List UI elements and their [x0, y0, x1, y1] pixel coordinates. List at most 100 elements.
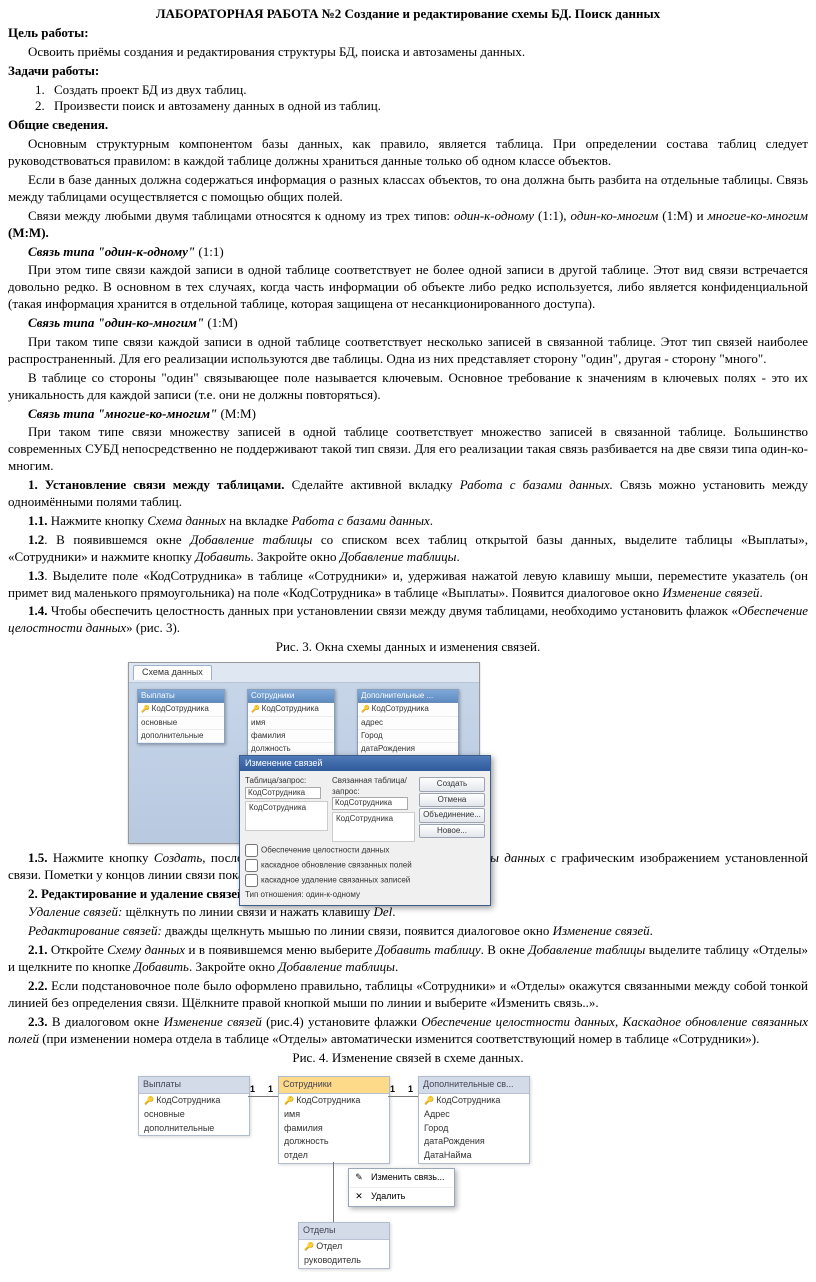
table-vyplaty[interactable]: Выплаты КодСотрудника основные дополните… — [138, 1076, 250, 1136]
goal-heading: Цель работы: — [8, 25, 89, 40]
field[interactable]: Адрес — [419, 1108, 529, 1122]
t: Добавить — [134, 959, 189, 974]
chk-cascade-update[interactable]: каскадное обновление связанных полей — [245, 859, 485, 872]
field[interactable]: КодСотрудника — [419, 1094, 529, 1108]
rel-11-p: При этом типе связи каждой записи в одно… — [8, 262, 808, 313]
label: каскадное обновление связанных полей — [261, 860, 412, 869]
field-cell[interactable]: КодСотрудника — [246, 802, 327, 814]
combo-left-table[interactable]: КодСотрудника — [245, 787, 321, 799]
relationship-line[interactable] — [333, 1162, 334, 1222]
step-1-1: 1.1. Нажмите кнопку Схема данных на вкла… — [8, 513, 808, 530]
multiplicity-one: 1 — [268, 1084, 273, 1096]
field[interactable]: дополнительные — [138, 730, 224, 743]
relationship-line[interactable] — [388, 1096, 418, 1097]
t: (при изменении номера отдела в таблице «… — [39, 1031, 759, 1046]
checkbox[interactable] — [245, 859, 258, 872]
t: Связи между любыми двумя таблицами относ… — [28, 208, 454, 223]
field[interactable]: руководитель — [299, 1254, 389, 1268]
multiplicity-one: 1 — [390, 1084, 395, 1096]
table-dopolnitelnye[interactable]: Дополнительные св... КодСотрудника Адрес… — [418, 1076, 530, 1163]
field[interactable]: КодСотрудника — [279, 1094, 389, 1108]
table-caption: Сотрудники — [279, 1077, 389, 1094]
t: Изменение связей — [662, 585, 759, 600]
t: 2. Редактирование и удаление связей. — [28, 886, 248, 901]
step-1-4: 1.4. Чтобы обеспечить целостность данных… — [8, 603, 808, 637]
field[interactable]: Город — [419, 1122, 529, 1136]
table-otdely[interactable]: Отделы Отдел руководитель — [298, 1222, 390, 1268]
t: (1:М) — [204, 315, 238, 330]
checkbox[interactable] — [245, 874, 258, 887]
rel-1m-p2: В таблице со стороны "один" связывающее … — [8, 370, 808, 404]
combo-right-table[interactable]: КодСотрудника — [332, 797, 408, 809]
t: Работа с базами данных. — [460, 477, 613, 492]
task-item: Произвести поиск и автозамену данных в о… — [48, 98, 808, 115]
general-p1: Основным структурным компонентом базы да… — [8, 136, 808, 170]
field[interactable]: Отдел — [299, 1240, 389, 1254]
table-sotrudniki[interactable]: Сотрудники КодСотрудника имя фамилия дол… — [247, 689, 335, 758]
t: . — [430, 513, 433, 528]
label: Тип отношения: — [245, 890, 304, 899]
t: . В окне — [481, 942, 529, 957]
t: Добавление таблицы — [278, 959, 395, 974]
field[interactable]: КодСотрудника — [358, 703, 458, 716]
step-2-2: 2.2. Если подстановочное поле было оформ… — [8, 978, 808, 1012]
relationship-line[interactable] — [248, 1096, 278, 1097]
t: 2.1. — [28, 942, 48, 957]
multiplicity-one: 1 — [408, 1084, 413, 1096]
field[interactable]: адрес — [358, 717, 458, 730]
chk-integrity[interactable]: Обеспечение целостности данных — [245, 844, 485, 857]
field[interactable]: КодСотрудника — [248, 703, 334, 716]
schema-canvas[interactable]: Выплаты КодСотрудника основные дополните… — [129, 683, 479, 843]
edit-links-dialog[interactable]: Изменение связей Таблица/запрос: КодСотр… — [239, 755, 491, 906]
field[interactable]: отдел — [279, 1149, 389, 1163]
step-1-2: 1.2. В появившемся окне Добавление табли… — [8, 532, 808, 566]
field[interactable]: фамилия — [248, 730, 334, 743]
general-heading: Общие сведения. — [8, 117, 808, 134]
t: и — [697, 208, 708, 223]
t: (1:1), — [534, 208, 571, 223]
new-button[interactable]: Новое... — [419, 824, 485, 838]
checkbox[interactable] — [245, 844, 258, 857]
step-2-edit: Редактирование связей: дважды щелкнуть м… — [8, 923, 808, 940]
table-vyplaty[interactable]: Выплаты КодСотрудника основные дополните… — [137, 689, 225, 745]
table-caption: Выплаты — [139, 1077, 249, 1094]
menu-edit-link[interactable]: ✎Изменить связь... — [349, 1169, 454, 1187]
rel-1m-p1: При таком типе связи каждой записи в одн… — [8, 334, 808, 368]
create-button[interactable]: Создать — [419, 777, 485, 791]
screenshot-schema-edit: Выплаты КодСотрудника основные дополните… — [138, 1072, 528, 1272]
t: 2.3. — [28, 1014, 48, 1029]
field[interactable]: дополнительные — [139, 1122, 249, 1136]
t: Схему данных — [107, 942, 185, 957]
field[interactable]: должность — [279, 1135, 389, 1149]
field-cell[interactable]: КодСотрудника — [333, 813, 414, 825]
field[interactable]: Город — [358, 730, 458, 743]
t: Создать — [154, 850, 202, 865]
join-button[interactable]: Объединение... — [419, 808, 485, 822]
t: Связь типа "один-ко-многим" — [28, 315, 204, 330]
general-p3: Связи между любыми двумя таблицами относ… — [8, 208, 808, 242]
tasks-list: Создать проект БД из двух таблиц. Произв… — [48, 82, 808, 116]
gen-h: Общие сведения. — [8, 117, 108, 132]
field[interactable]: фамилия — [279, 1122, 389, 1136]
field[interactable]: ДатаНайма — [419, 1149, 529, 1163]
t: Нажмите кнопку — [48, 513, 148, 528]
field[interactable]: имя — [279, 1108, 389, 1122]
rel-mm-h: Связь типа "многие-ко-многим" (М:М) — [8, 406, 808, 423]
t: 1.5. — [28, 850, 48, 865]
field[interactable]: основные — [139, 1108, 249, 1122]
cancel-button[interactable]: Отмена — [419, 793, 485, 807]
context-menu[interactable]: ✎Изменить связь... ✕Удалить — [348, 1168, 455, 1206]
field[interactable]: имя — [248, 717, 334, 730]
table-sotrudniki[interactable]: Сотрудники КодСотрудника имя фамилия дол… — [278, 1076, 390, 1163]
t: 1.2 — [28, 532, 44, 547]
step-2-1: 2.1. Откройте Схему данных и в появившем… — [8, 942, 808, 976]
tab-schema[interactable]: Схема данных — [133, 665, 212, 680]
t: Если подстановочное поле было оформлено … — [8, 978, 808, 1010]
field[interactable]: основные — [138, 717, 224, 730]
field[interactable]: датаРождения — [419, 1135, 529, 1149]
chk-cascade-delete[interactable]: каскадное удаление связанных записей — [245, 874, 485, 887]
menu-delete[interactable]: ✕Удалить — [349, 1187, 454, 1206]
field[interactable]: КодСотрудника — [138, 703, 224, 716]
t: Удаление связей: — [28, 904, 122, 919]
field[interactable]: КодСотрудника — [139, 1094, 249, 1108]
